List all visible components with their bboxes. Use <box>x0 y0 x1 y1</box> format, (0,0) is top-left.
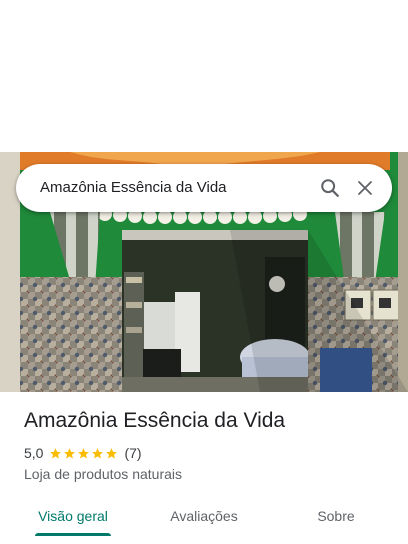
close-icon[interactable] <box>351 174 379 202</box>
tab-reviews[interactable]: Avaliações <box>148 496 260 536</box>
tab-about[interactable]: Sobre <box>280 496 392 536</box>
tab-overview[interactable]: Visão geral <box>17 496 129 536</box>
star-icon <box>50 447 62 458</box>
star-icon <box>92 447 104 458</box>
star-icon <box>78 447 90 458</box>
search-bar[interactable]: Amazônia Essência da Vida <box>16 164 392 212</box>
review-count[interactable]: (7) <box>124 445 141 461</box>
search-query-text[interactable]: Amazônia Essência da Vida <box>40 179 227 196</box>
rating-value: 5,0 <box>24 445 44 461</box>
place-name: Amazônia Essência da Vida <box>24 409 286 432</box>
tab-overview-label: Visão geral <box>38 508 108 524</box>
active-tab-indicator <box>35 533 111 536</box>
star-icon <box>106 447 118 458</box>
star-icon <box>64 447 76 458</box>
place-category: Loja de produtos naturais <box>24 466 182 482</box>
tab-reviews-label: Avaliações <box>170 508 238 524</box>
tab-about-label: Sobre <box>317 508 355 524</box>
place-tabs: Visão geral Avaliações Sobre <box>0 496 408 544</box>
map-area-blank <box>0 0 408 152</box>
search-icon[interactable] <box>316 174 344 202</box>
rating-row[interactable]: 5,0 (7) <box>24 444 142 462</box>
rating-stars <box>49 447 119 460</box>
